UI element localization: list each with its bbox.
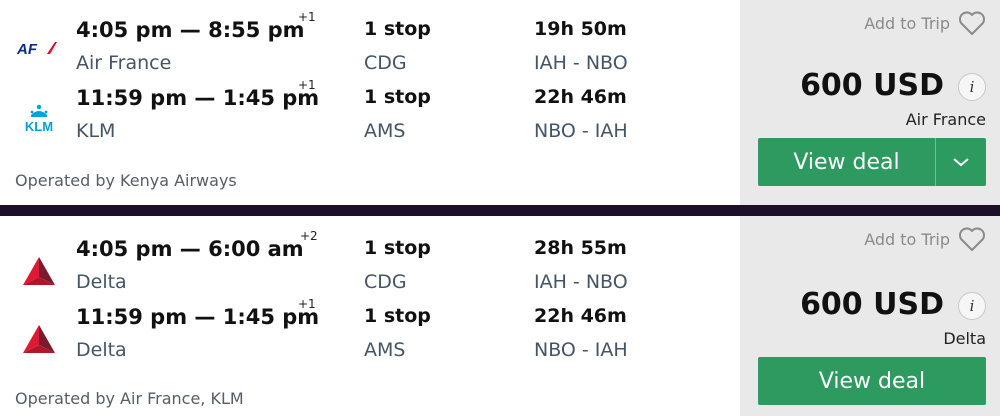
flight-times: 4:05 pm — 8:55 pm — [76, 18, 305, 42]
flight-times: 4:05 pm — 6:00 am — [76, 237, 304, 261]
operated-by: Operated by Kenya Airways — [15, 171, 237, 190]
flight-leg-outbound: AF 4:05 pm — 8:55 pm +1 Air France 1 sto… — [0, 10, 740, 86]
flight-times: 11:59 pm — 1:45 pm — [76, 305, 319, 329]
airline-name: Air France — [76, 52, 172, 74]
time-dash: — — [179, 18, 201, 42]
duration: 19h 50m — [534, 18, 627, 40]
chevron-down-icon[interactable] — [936, 138, 986, 186]
depart-time: 11:59 pm — [76, 305, 188, 329]
flight-result-card[interactable]: 4:05 pm — 6:00 am +2 Delta 1 stop CDG 28… — [0, 216, 1000, 416]
depart-time: 4:05 pm — [76, 237, 173, 261]
day-offset: +1 — [298, 297, 316, 311]
stops: 1 stop — [364, 18, 431, 40]
svg-text:AF: AF — [17, 41, 38, 56]
flight-leg-return: KLM 11:59 pm — 1:45 pm +1 KLM 1 stop AMS… — [0, 78, 740, 154]
flight-leg-outbound: 4:05 pm — 6:00 am +2 Delta 1 stop CDG 28… — [0, 229, 740, 305]
day-offset: +2 — [300, 229, 318, 243]
layover-airport: CDG — [364, 52, 407, 74]
stops: 1 stop — [364, 305, 431, 327]
price: 600 USD — [800, 68, 944, 103]
view-deal-button[interactable]: View deal — [758, 138, 986, 186]
layover-airport: CDG — [364, 271, 407, 293]
view-deal-button[interactable]: View deal — [758, 357, 986, 405]
add-to-trip[interactable]: Add to Trip — [864, 226, 986, 252]
delta-logo — [16, 251, 62, 291]
info-icon[interactable]: i — [958, 292, 986, 320]
svg-text:KLM: KLM — [25, 119, 53, 133]
depart-time: 11:59 pm — [76, 86, 188, 110]
arrive-time: 8:55 pm — [208, 18, 305, 42]
day-offset: +1 — [298, 78, 316, 92]
arrive-time: 6:00 am — [208, 237, 304, 261]
layover-airport: AMS — [364, 120, 406, 142]
heart-icon[interactable] — [958, 10, 986, 36]
time-dash: — — [179, 237, 201, 261]
time-dash: — — [194, 305, 216, 329]
provider-name: Air France — [905, 110, 986, 129]
stops: 1 stop — [364, 237, 431, 259]
air-france-logo: AF — [16, 28, 62, 68]
duration: 28h 55m — [534, 237, 627, 259]
view-deal-label[interactable]: View deal — [758, 138, 936, 186]
flight-leg-return: 11:59 pm — 1:45 pm +1 Delta 1 stop AMS 2… — [0, 297, 740, 373]
add-to-trip-label: Add to Trip — [864, 13, 950, 33]
time-dash: — — [194, 86, 216, 110]
add-to-trip-label: Add to Trip — [864, 229, 950, 249]
price: 600 USD — [800, 287, 944, 322]
stops: 1 stop — [364, 86, 431, 108]
duration: 22h 46m — [534, 305, 627, 327]
route: NBO - IAH — [534, 120, 628, 142]
operated-by: Operated by Air France, KLM — [15, 389, 244, 408]
day-offset: +1 — [298, 10, 316, 24]
airline-name: Delta — [76, 271, 127, 293]
results-divider — [0, 205, 1000, 216]
duration: 22h 46m — [534, 86, 627, 108]
heart-icon[interactable] — [958, 226, 986, 252]
depart-time: 4:05 pm — [76, 18, 173, 42]
layover-airport: AMS — [364, 339, 406, 361]
flight-result-card[interactable]: AF 4:05 pm — 8:55 pm +1 Air France 1 sto… — [0, 0, 1000, 205]
route: NBO - IAH — [534, 339, 628, 361]
add-to-trip[interactable]: Add to Trip — [864, 10, 986, 36]
provider-name: Delta — [943, 329, 986, 348]
route: IAH - NBO — [534, 271, 628, 293]
info-icon[interactable]: i — [958, 73, 986, 101]
delta-logo — [16, 319, 62, 359]
airline-name: KLM — [76, 120, 116, 142]
route: IAH - NBO — [534, 52, 628, 74]
flight-times: 11:59 pm — 1:45 pm — [76, 86, 319, 110]
view-deal-label[interactable]: View deal — [758, 369, 986, 394]
airline-name: Delta — [76, 339, 127, 361]
klm-logo: KLM — [16, 98, 62, 138]
